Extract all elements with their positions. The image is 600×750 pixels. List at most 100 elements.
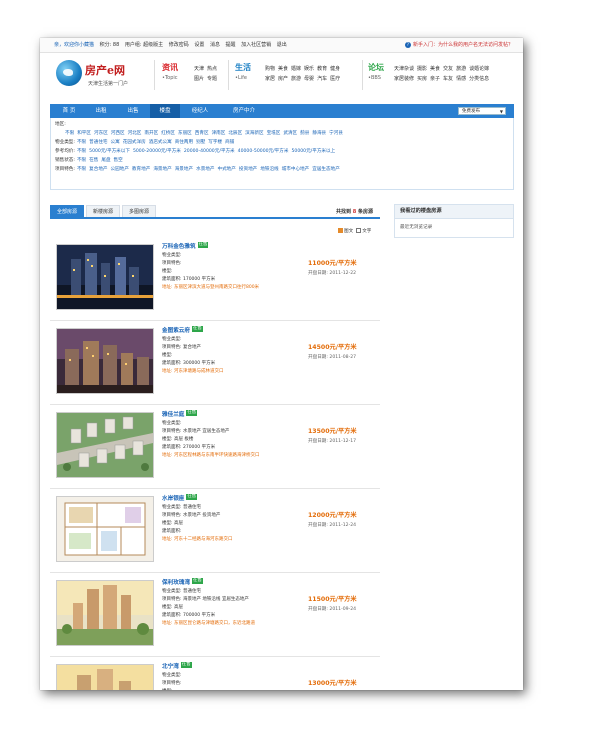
logout-link[interactable]: 退出 bbox=[277, 42, 287, 48]
filter-option[interactable]: 复合地产 bbox=[89, 167, 107, 172]
filter-option[interactable]: 花园式洋房 bbox=[123, 140, 146, 145]
filter-option[interactable]: 津南区 bbox=[212, 131, 226, 136]
channel-link[interactable]: 情感 bbox=[456, 76, 466, 82]
tab-all[interactable]: 全部房源 bbox=[50, 205, 84, 217]
channel-link[interactable]: 热点 bbox=[207, 66, 217, 72]
channel-link[interactable]: 婚嫁 bbox=[291, 66, 301, 72]
channel-link[interactable]: 娱乐 bbox=[304, 66, 314, 72]
filter-option[interactable]: 宜居生态地产 bbox=[312, 167, 340, 172]
filter-option[interactable]: 静海县 bbox=[312, 131, 326, 136]
filter-option[interactable]: 5000-20000元/平方米 bbox=[133, 149, 181, 154]
text-view-icon[interactable] bbox=[356, 228, 362, 233]
listing-photo[interactable] bbox=[56, 244, 154, 310]
filter-option[interactable]: 售空 bbox=[114, 158, 123, 163]
filter-option[interactable]: 北辰区 bbox=[228, 131, 242, 136]
channel-link[interactable]: 旅游 bbox=[291, 76, 301, 82]
listing-photo[interactable] bbox=[56, 580, 154, 646]
channel-link[interactable]: 亲子 bbox=[430, 76, 440, 82]
channel-title[interactable]: 生活 bbox=[235, 62, 251, 73]
filter-option[interactable]: 不限 bbox=[77, 149, 86, 154]
user-link[interactable]: 提醒 bbox=[226, 42, 236, 48]
nav-estates[interactable]: 楼盘 bbox=[150, 104, 180, 118]
listing-name-link[interactable]: 水岸银座 在售 bbox=[162, 494, 198, 502]
filter-option[interactable]: 普通住宅 bbox=[89, 140, 107, 145]
filter-option[interactable]: 红桥区 bbox=[161, 131, 175, 136]
nav-home[interactable]: 首 页 bbox=[54, 104, 84, 118]
listing-name[interactable]: 水岸银座 bbox=[162, 496, 184, 502]
filter-option[interactable]: 宝坻区 bbox=[267, 131, 281, 136]
tab-photos[interactable]: 多图房源 bbox=[122, 205, 156, 217]
filter-option[interactable]: 写字楼 bbox=[208, 140, 222, 145]
listing-name-link[interactable]: 金图紫云府 在售 bbox=[162, 326, 203, 334]
channel-link[interactable]: 交友 bbox=[443, 66, 453, 72]
listing-name[interactable]: 金图紫云府 bbox=[162, 328, 190, 334]
listing-name[interactable]: 雅佳兰庭 bbox=[162, 412, 184, 418]
filter-option[interactable]: 河北区 bbox=[128, 131, 142, 136]
filter-option[interactable]: 商铺 bbox=[225, 140, 234, 145]
listing-name-link[interactable]: 保利玫瑰湾 在售 bbox=[162, 578, 203, 586]
listing-name-link[interactable]: 雅佳兰庭 在售 bbox=[162, 410, 198, 418]
filter-option[interactable]: 尾盘 bbox=[101, 158, 110, 163]
filter-option[interactable]: 不限 bbox=[65, 131, 74, 136]
nav-agency[interactable]: 房产中介 bbox=[222, 104, 266, 118]
graphic-view-icon[interactable] bbox=[338, 228, 343, 233]
nav-rent[interactable]: 出租 bbox=[86, 104, 116, 118]
listing-photo[interactable] bbox=[56, 412, 154, 478]
channel-link[interactable]: 健身 bbox=[330, 66, 340, 72]
channel-link[interactable]: 医疗 bbox=[330, 76, 340, 82]
filter-option[interactable]: 5000元/平方米以下 bbox=[89, 149, 130, 154]
filter-option[interactable]: 海景地产 bbox=[175, 167, 193, 172]
filter-option[interactable]: 教育地产 bbox=[132, 167, 150, 172]
tab-new[interactable]: 新楼房源 bbox=[86, 205, 120, 217]
filter-option[interactable]: 地铁沿线 bbox=[260, 167, 278, 172]
channel-link[interactable]: 车友 bbox=[443, 76, 453, 82]
filter-option[interactable]: 40000-50000元/平方米 bbox=[238, 149, 289, 154]
filter-option[interactable]: 宁河县 bbox=[329, 131, 343, 136]
view-graphic[interactable]: 图文 bbox=[344, 229, 353, 234]
view-text[interactable]: 文字 bbox=[362, 229, 371, 234]
filter-option[interactable]: 酒店式公寓 bbox=[149, 140, 172, 145]
filter-option[interactable]: 蓟县 bbox=[300, 131, 309, 136]
filter-option[interactable]: 不限 bbox=[77, 167, 86, 172]
channel-link[interactable]: 图片 bbox=[194, 76, 204, 82]
newbie-notice[interactable]: ? 新手入门：为什么我的用户名无法访问发帖？ bbox=[404, 42, 513, 49]
publish-select[interactable]: 免费发布 ▼ bbox=[458, 107, 506, 115]
filter-option[interactable]: 海景地产 bbox=[153, 167, 171, 172]
listing-name[interactable]: 保利玫瑰湾 bbox=[162, 580, 190, 586]
nav-agents[interactable]: 经纪人 bbox=[182, 104, 218, 118]
channel-link[interactable]: 专题 bbox=[207, 76, 217, 82]
nav-sale[interactable]: 出售 bbox=[118, 104, 148, 118]
filter-option[interactable]: 在售 bbox=[89, 158, 98, 163]
channel-link[interactable]: 天津杂谈 bbox=[394, 66, 414, 72]
filter-option[interactable]: 南开区 bbox=[144, 131, 158, 136]
channel-link[interactable]: 买房 bbox=[417, 76, 427, 82]
channel-link[interactable]: 房产 bbox=[278, 76, 288, 82]
filter-option[interactable]: 不限 bbox=[77, 158, 86, 163]
channel-link[interactable]: 汽车 bbox=[317, 76, 327, 82]
listing-photo[interactable] bbox=[56, 496, 154, 562]
filter-option[interactable]: 和平区 bbox=[77, 131, 91, 136]
filter-option[interactable]: 水景地产 bbox=[196, 167, 214, 172]
channel-link[interactable]: 美食 bbox=[430, 66, 440, 72]
filter-option[interactable]: 50000元/平方米以上 bbox=[291, 149, 335, 154]
filter-option[interactable]: 投资地产 bbox=[239, 167, 257, 172]
channel-link[interactable]: 天津 bbox=[194, 66, 204, 72]
listing-photo[interactable] bbox=[56, 664, 154, 690]
user-link[interactable]: 消息 bbox=[210, 42, 220, 48]
filter-option[interactable]: 城市中心地产 bbox=[282, 167, 310, 172]
filter-option[interactable]: 公园地产 bbox=[111, 167, 129, 172]
channel-link[interactable]: 旅游 bbox=[456, 66, 466, 72]
channel-link[interactable]: 家居装修 bbox=[394, 76, 414, 82]
filter-option[interactable]: 河东区 bbox=[94, 131, 108, 136]
filter-option[interactable]: 商住两用 bbox=[175, 140, 193, 145]
channel-title[interactable]: 论坛 bbox=[368, 62, 384, 73]
channel-link[interactable]: 谈婚论嫁 bbox=[469, 66, 489, 72]
listing-photo[interactable] bbox=[56, 328, 154, 394]
filter-option[interactable]: 武清区 bbox=[283, 131, 297, 136]
site-logo[interactable]: 房产e网 天津生活第一门户 bbox=[56, 58, 146, 92]
channel-link[interactable]: 教育 bbox=[317, 66, 327, 72]
listing-name-link[interactable]: 万科金色雅筑 在售 bbox=[162, 242, 209, 250]
channel-link[interactable]: 摄影 bbox=[417, 66, 427, 72]
user-link[interactable]: 加入社区营销 bbox=[241, 42, 271, 48]
user-name[interactable]: 亲，欢迎你小藏猫 bbox=[54, 42, 94, 48]
